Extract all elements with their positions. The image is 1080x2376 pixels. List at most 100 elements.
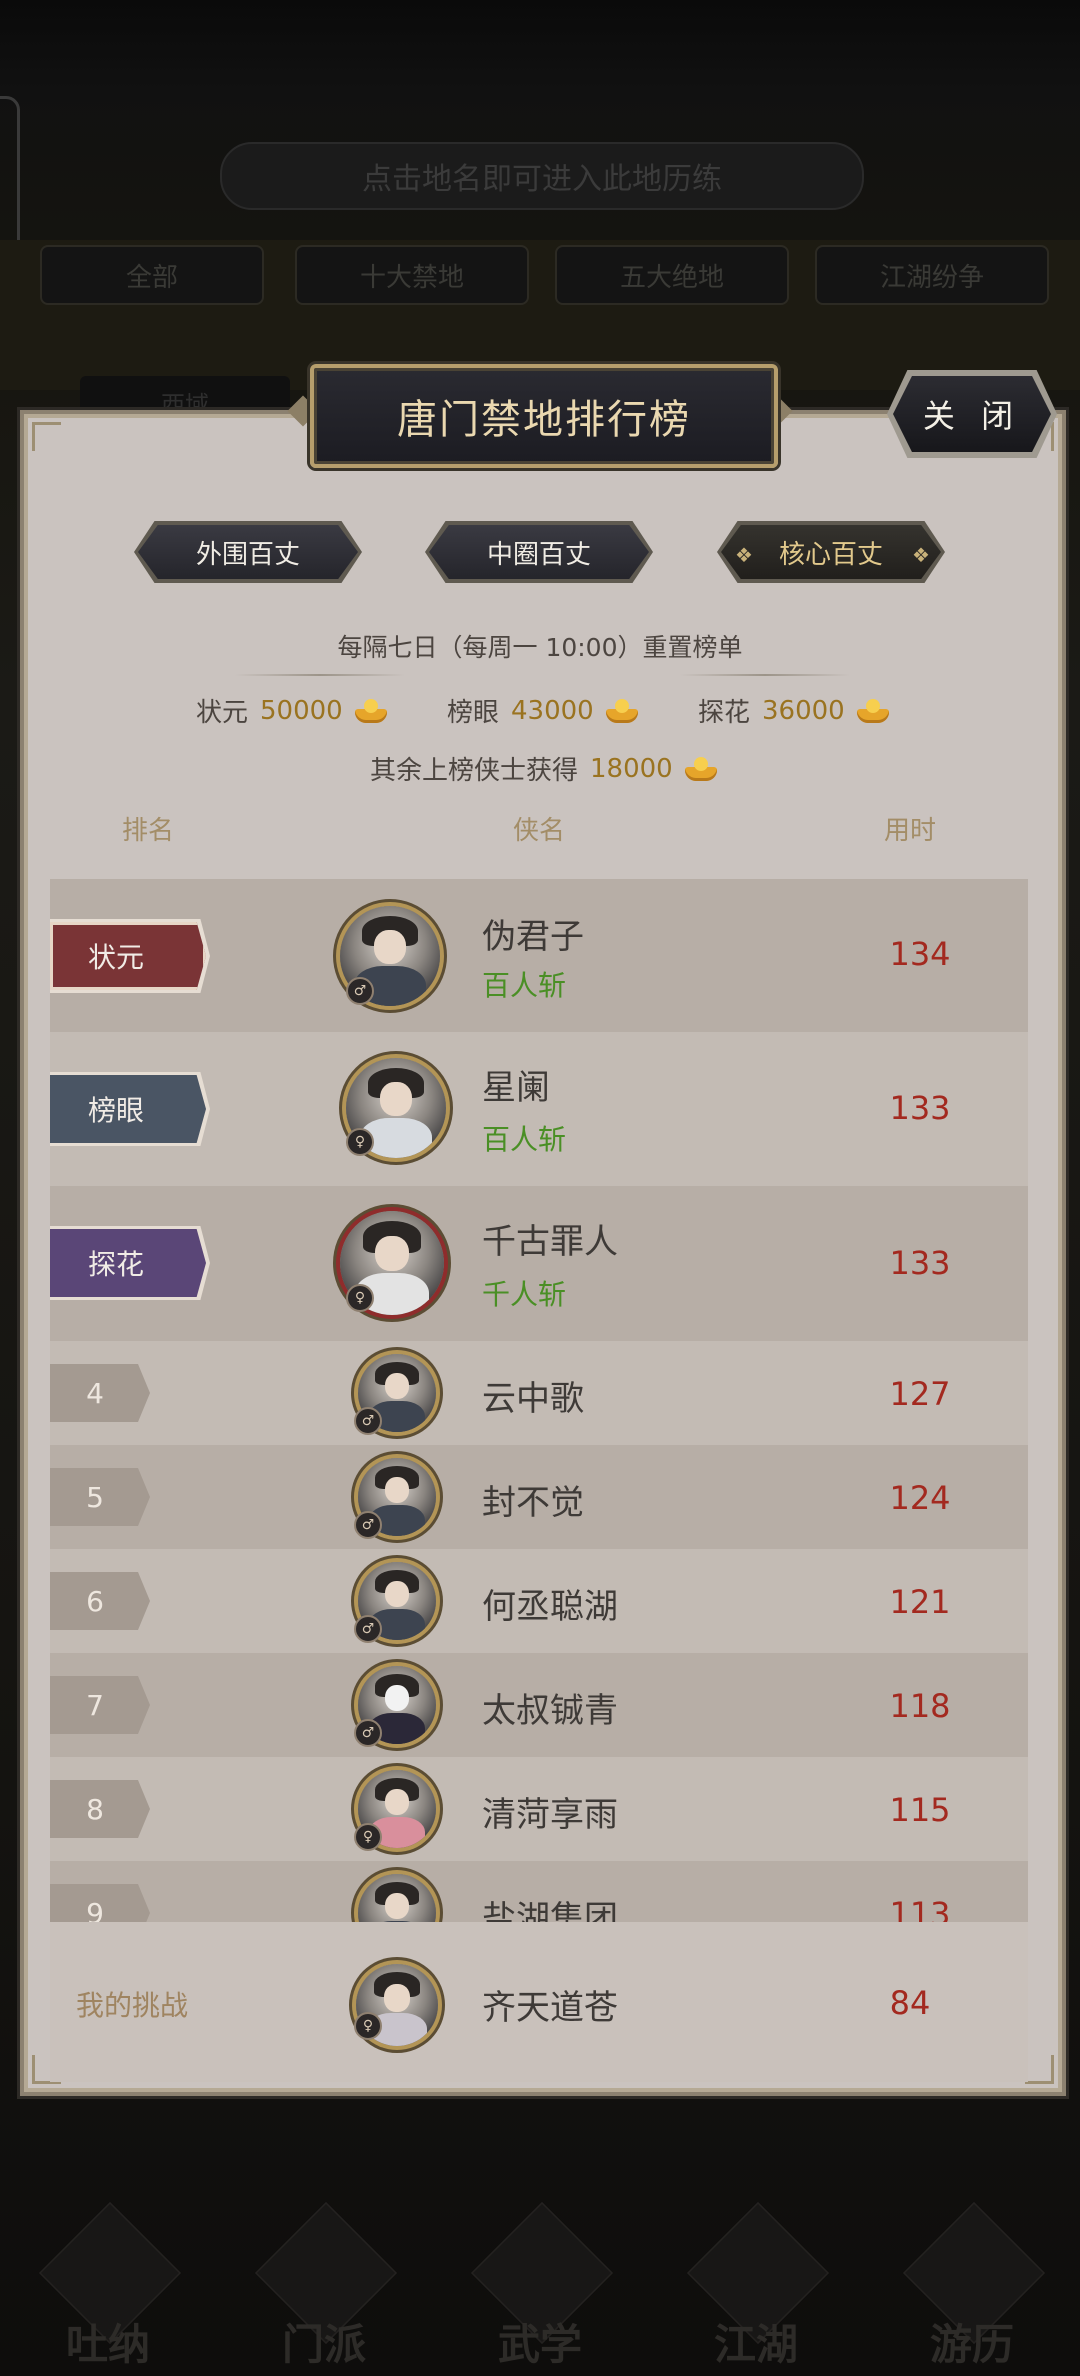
nav-menpai: 门派 xyxy=(249,2201,399,2376)
nav-jianghu: 江湖 xyxy=(681,2201,831,2376)
tab-ornament-icon: ❖ xyxy=(912,543,930,567)
rank-chip: 9 xyxy=(50,1884,150,1922)
player-title: 百人斩 xyxy=(482,969,567,1002)
close-button[interactable]: 关 闭 xyxy=(893,376,1051,452)
reward-row: 状元 50000 榜眼 43000 探花 36000 xyxy=(0,692,1080,732)
nav-label: 武学 xyxy=(497,2320,582,2369)
female-icon: ♀ xyxy=(354,1823,382,1851)
player-time: 133 xyxy=(889,1089,951,1127)
player-time: 115 xyxy=(889,1791,951,1829)
rank-medal: 状元 xyxy=(50,922,206,990)
reward-value: 36000 xyxy=(762,695,845,726)
ranking-row[interactable]: 榜眼 ♀ 星阑 百人斩 133 xyxy=(50,1032,1028,1186)
ranking-row[interactable]: 9 盐湖集团 113 xyxy=(50,1861,1028,1922)
bottom-nav: 吐纳 门派 武学 江湖 游历 xyxy=(0,2190,1080,2376)
player-name: 云中歌 xyxy=(482,1379,584,1419)
tab-ornament-icon: ❖ xyxy=(735,543,753,567)
gold-ingot-icon xyxy=(605,698,638,723)
ranking-row[interactable]: 4 ♂ 云中歌 127 xyxy=(50,1341,1028,1445)
others-reward: 其余上榜侠士获得 18000 xyxy=(370,750,717,787)
header-name: 侠名 xyxy=(513,816,566,846)
others-reward-label: 其余上榜侠士获得 xyxy=(370,756,579,786)
rank-chip: 4 xyxy=(50,1364,150,1422)
bg-tab-jianghu: 江湖纷争 xyxy=(815,245,1049,305)
male-icon: ♂ xyxy=(354,1407,382,1435)
male-icon: ♂ xyxy=(354,1615,382,1643)
reward-tanhua: 探花 36000 xyxy=(698,692,889,729)
bg-tab-all: 全部 xyxy=(40,245,264,305)
header-rank: 排名 xyxy=(122,816,175,846)
rank-chip: 8 xyxy=(50,1780,150,1838)
tab-core[interactable]: 核心百丈 xyxy=(721,525,941,579)
reward-value: 43000 xyxy=(511,695,594,726)
gold-ingot-icon xyxy=(354,698,387,723)
player-avatar[interactable] xyxy=(358,1874,436,1922)
player-name: 何丞聪湖 xyxy=(482,1587,618,1627)
corner-ornament xyxy=(32,422,61,451)
corner-ornament xyxy=(1025,2055,1054,2084)
female-icon: ♀ xyxy=(346,1284,374,1312)
nav-youli: 游历 xyxy=(897,2201,1047,2376)
dialog-title-plate: 唐门禁地排行榜 xyxy=(310,364,778,468)
my-time: 84 xyxy=(889,1984,931,2022)
location-hint: 点击地名即可进入此地历练 xyxy=(220,142,864,210)
gold-ingot-icon xyxy=(856,698,889,723)
gold-ingot-icon xyxy=(684,756,717,781)
my-name: 齐天道苍 xyxy=(482,1988,618,2028)
my-challenge-label: 我的挑战 xyxy=(76,1989,189,2022)
female-icon: ♀ xyxy=(354,2012,382,2040)
ranking-row[interactable]: 5 ♂ 封不觉 124 xyxy=(50,1445,1028,1549)
player-time: 133 xyxy=(889,1244,951,1282)
side-button xyxy=(0,96,20,262)
reward-zhuangyuan: 状元 50000 xyxy=(196,692,387,729)
nav-label: 游历 xyxy=(929,2320,1014,2369)
divider-left xyxy=(235,674,405,676)
rank-chip: 7 xyxy=(50,1676,150,1734)
male-icon: ♂ xyxy=(346,977,374,1005)
player-name: 千古罪人 xyxy=(482,1222,618,1262)
ranking-row[interactable]: 8 ♀ 清菏享雨 115 xyxy=(50,1757,1028,1861)
player-time: 134 xyxy=(889,935,951,973)
player-name: 封不觉 xyxy=(482,1483,584,1523)
rank-chip: 5 xyxy=(50,1468,150,1526)
player-name: 清菏享雨 xyxy=(482,1795,618,1835)
ranking-row[interactable]: 7 ♂ 太叔铖青 118 xyxy=(50,1653,1028,1757)
rank-chip: 6 xyxy=(50,1572,150,1630)
ranking-list[interactable]: 状元 ♂ 伪君子 百人斩 134 榜眼 ♀ 星阑 百人斩 133 探花 ♀ 千古… xyxy=(50,879,1028,1922)
reward-name: 探花 xyxy=(698,698,751,728)
nav-label: 吐纳 xyxy=(65,2320,150,2369)
ranking-row[interactable]: 6 ♂ 何丞聪湖 121 xyxy=(50,1549,1028,1653)
player-time: 127 xyxy=(889,1375,951,1413)
reward-bangyan: 榜眼 43000 xyxy=(447,692,638,729)
player-name: 盐湖集团 xyxy=(482,1899,618,1922)
player-name: 伪君子 xyxy=(482,917,584,957)
bg-tab-five: 五大绝地 xyxy=(555,245,789,305)
nav-wuxue: 武学 xyxy=(465,2201,615,2376)
player-title: 百人斩 xyxy=(482,1123,567,1156)
bg-tab-ten: 十大禁地 xyxy=(295,245,529,305)
nav-label: 江湖 xyxy=(713,2320,798,2369)
reward-name: 状元 xyxy=(196,698,249,728)
rank-medal: 探花 xyxy=(50,1229,206,1297)
reward-value: 50000 xyxy=(260,695,343,726)
reset-info: 每隔七日（每周一 10:00）重置榜单 xyxy=(337,633,743,662)
reward-name: 榜眼 xyxy=(447,698,500,728)
player-time: 118 xyxy=(889,1687,951,1725)
tab-outer[interactable]: 外围百丈 xyxy=(138,525,358,579)
tab-middle[interactable]: 中圈百丈 xyxy=(429,525,649,579)
player-time: 124 xyxy=(889,1479,951,1517)
player-title: 千人斩 xyxy=(482,1278,567,1311)
female-icon: ♀ xyxy=(346,1128,374,1156)
ranking-row[interactable]: 探花 ♀ 千古罪人 千人斩 133 xyxy=(50,1186,1028,1341)
player-name: 星阑 xyxy=(482,1068,550,1108)
dialog-title: 唐门禁地排行榜 xyxy=(397,397,691,443)
ranking-row[interactable]: 状元 ♂ 伪君子 百人斩 134 xyxy=(50,879,1028,1032)
nav-label: 门派 xyxy=(281,2320,366,2369)
player-name: 太叔铖青 xyxy=(482,1691,618,1731)
player-time: 113 xyxy=(889,1895,951,1922)
rank-medal: 榜眼 xyxy=(50,1075,206,1143)
nav-tuna: 吐纳 xyxy=(33,2201,183,2376)
player-time: 121 xyxy=(889,1583,951,1621)
male-icon: ♂ xyxy=(354,1719,382,1747)
others-reward-value: 18000 xyxy=(590,753,673,784)
